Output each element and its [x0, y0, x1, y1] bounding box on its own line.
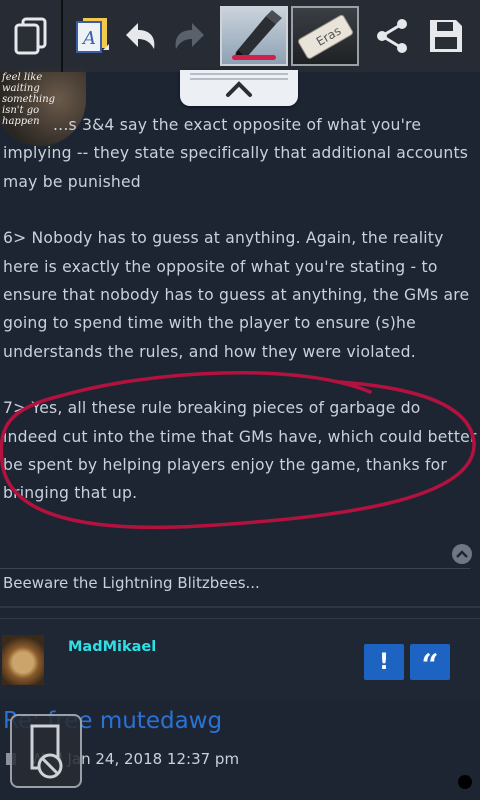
post-author-row: MadMikael ! “ [0, 618, 480, 699]
save-button[interactable] [424, 6, 468, 66]
post-paragraph-7: 7> Yes, all these rule breaking pieces o… [3, 399, 477, 503]
chevron-up-icon [226, 81, 252, 97]
save-icon [430, 20, 462, 52]
chevron-up-icon [456, 550, 468, 558]
no-draw-icon [30, 724, 63, 779]
redo-icon [175, 23, 204, 49]
undo-icon [126, 23, 155, 49]
copy-pages-button[interactable] [10, 6, 50, 66]
redo-button [170, 6, 210, 66]
share-button[interactable] [370, 6, 414, 66]
share-icon [377, 19, 407, 53]
post-body: ...s 3&4 say the exact opposite of what … [3, 111, 477, 508]
tab-line [190, 73, 288, 75]
toolbar-separator [61, 0, 63, 72]
collapse-toolbar-tab[interactable] [180, 70, 298, 106]
report-post-button[interactable]: ! [364, 644, 404, 680]
pen-color-indicator [232, 55, 276, 60]
quote-button[interactable]: “ [410, 644, 450, 681]
floating-toggle-button[interactable] [10, 714, 82, 788]
divider [0, 606, 480, 608]
post-paragraph-6: 6> Nobody has to guess at anything. Agai… [3, 229, 470, 361]
copy-pages-icon [14, 17, 47, 55]
eraser-tool-icon: Eras [298, 14, 353, 59]
text-note-icon: A [76, 18, 109, 53]
annotation-toolbar: A Eras [0, 0, 480, 72]
pen-tool-button[interactable] [220, 6, 288, 66]
author-name[interactable]: MadMikael [68, 639, 156, 655]
undo-button[interactable] [120, 6, 160, 66]
post-paragraph-5: ...s 3&4 say the exact opposite of what … [3, 116, 469, 191]
divider [0, 568, 470, 569]
eraser-tool-button[interactable]: Eras [291, 6, 359, 66]
author-avatar[interactable] [2, 635, 44, 685]
scroll-to-top-button[interactable] [452, 544, 472, 564]
status-dot [458, 775, 472, 789]
text-note-button[interactable]: A [70, 6, 114, 66]
post-signature: Beeware the Lightning Blitzbees... [3, 574, 260, 592]
svg-text:A: A [81, 28, 96, 49]
